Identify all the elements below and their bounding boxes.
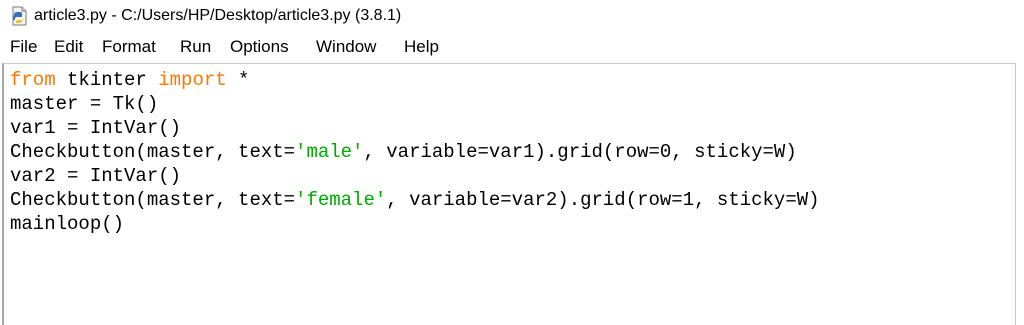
code-line[interactable]: var1 = IntVar(): [10, 116, 820, 140]
keyword-token: import: [158, 69, 227, 91]
code-token: *: [226, 69, 250, 91]
menu-run[interactable]: Run: [180, 37, 211, 57]
code-token: master = Tk(): [10, 93, 159, 115]
keyword-token: from: [10, 69, 56, 91]
code-line[interactable]: Checkbutton(master, text='male', variabl…: [10, 140, 820, 164]
code-token: Checkbutton(master, text=: [10, 141, 296, 163]
code-line[interactable]: from tkinter import *: [10, 68, 820, 92]
code-token: , variable=var2).grid(row=1, sticky=W): [386, 189, 820, 211]
string-token: 'male': [295, 141, 364, 163]
code-token: var2 = IntVar(): [10, 165, 182, 187]
code-token: var1 = IntVar(): [10, 117, 182, 139]
menu-bar: File Edit Format Run Options Window Help: [0, 32, 1024, 62]
code-text[interactable]: from tkinter import * master = Tk() var1 =…: [10, 68, 820, 236]
title-bar[interactable]: article3.py - C:/Users/HP/Desktop/articl…: [0, 0, 1024, 32]
window-title: article3.py - C:/Users/HP/Desktop/articl…: [34, 7, 402, 24]
menu-edit[interactable]: Edit: [54, 37, 83, 57]
code-line[interactable]: master = Tk(): [10, 92, 820, 116]
menu-format[interactable]: Format: [102, 37, 156, 57]
menu-help[interactable]: Help: [404, 37, 439, 57]
code-token: Checkbutton(master, text=: [10, 189, 296, 211]
code-line[interactable]: var2 = IntVar(): [10, 164, 820, 188]
code-editor[interactable]: from tkinter import * master = Tk() var1 =…: [2, 63, 1016, 325]
menu-options[interactable]: Options: [230, 37, 289, 57]
code-token: , variable=var1).grid(row=0, sticky=W): [363, 141, 797, 163]
menu-file[interactable]: File: [10, 37, 37, 57]
menu-window[interactable]: Window: [316, 37, 376, 57]
code-token: tkinter: [55, 69, 159, 91]
string-token: 'female': [295, 189, 387, 211]
code-line[interactable]: Checkbutton(master, text='female', varia…: [10, 188, 820, 212]
python-file-icon: [12, 6, 27, 26]
code-line[interactable]: mainloop(): [10, 212, 820, 236]
code-token: mainloop(): [10, 213, 125, 235]
